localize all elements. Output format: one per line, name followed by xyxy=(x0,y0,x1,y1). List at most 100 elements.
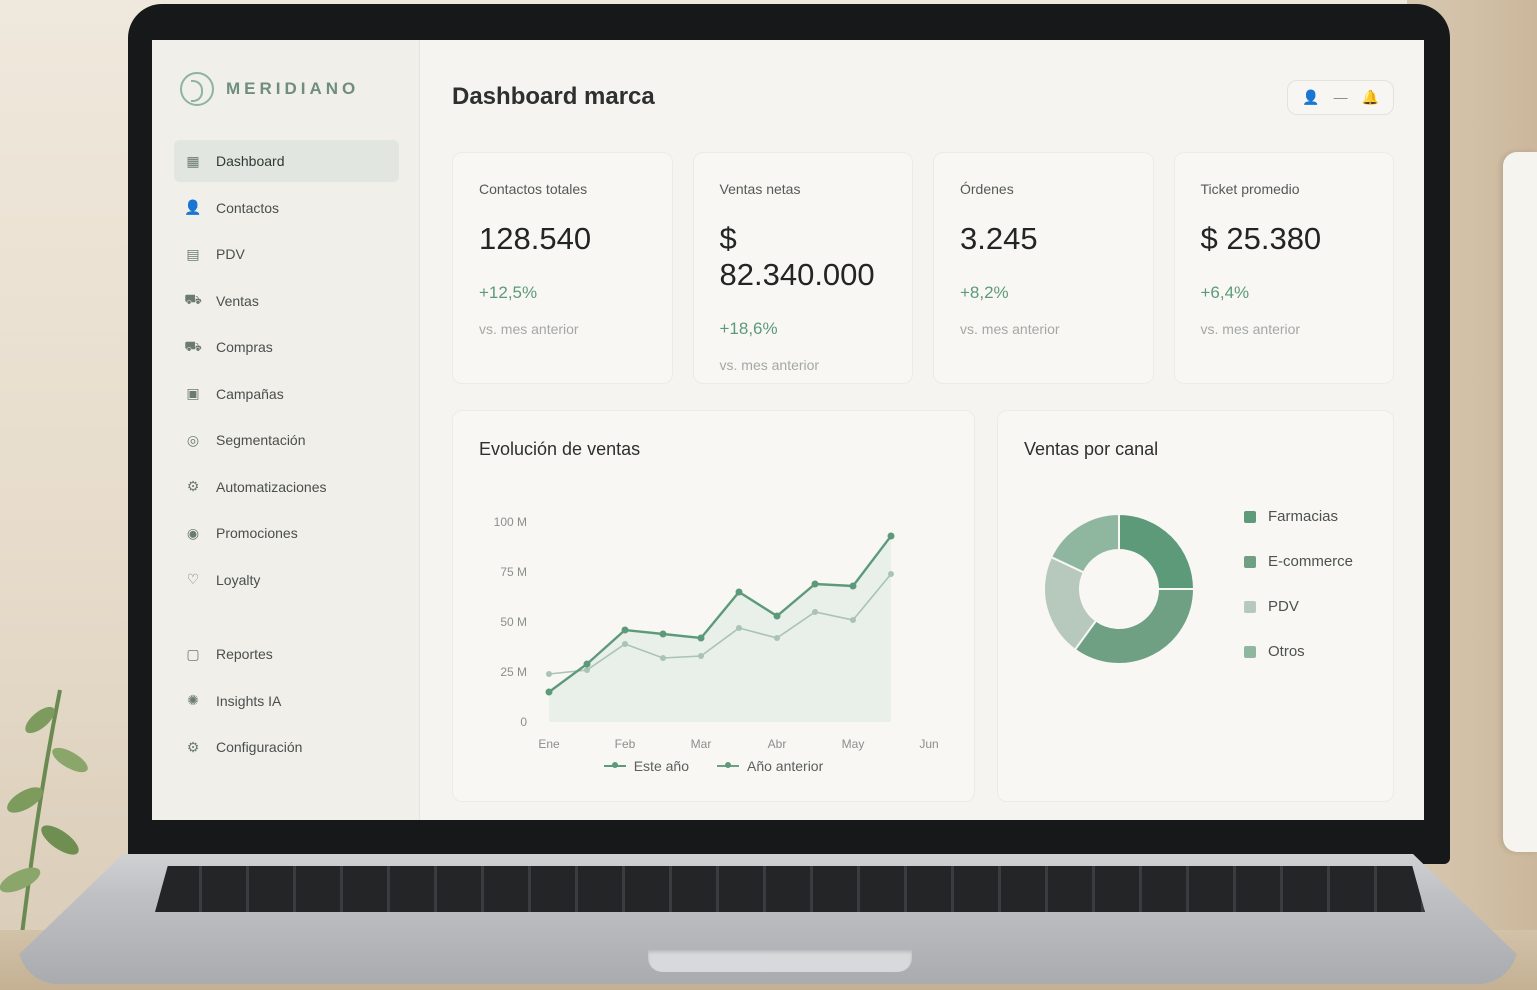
data-point[interactable] xyxy=(660,655,666,661)
chart-title: Ventas por canal xyxy=(1024,439,1159,459)
laptop-notch xyxy=(648,950,912,972)
sidebar-item-promociones[interactable]: ◉ Promociones xyxy=(174,512,399,554)
data-point[interactable] xyxy=(659,630,667,638)
data-point[interactable] xyxy=(887,532,895,540)
sidebar: MERIDIANO ▦ Dashboard 👤 Contactos ▤ PDV … xyxy=(152,40,420,820)
topbar: Dashboard marca 👤 — 🔔 xyxy=(452,79,1394,115)
data-point[interactable] xyxy=(545,688,553,696)
main-content: Dashboard marca 👤 — 🔔 Contactos totales … xyxy=(420,40,1424,820)
data-point[interactable] xyxy=(811,580,819,588)
x-tick-label: Ene xyxy=(538,737,560,751)
sidebar-item-contactos[interactable]: 👤 Contactos xyxy=(174,187,399,229)
sidebar-item-label: Compras xyxy=(216,339,273,355)
kpi-delta: +6,4% xyxy=(1200,283,1250,302)
kpi-card-ordenes[interactable]: Órdenes 3.245 +8,2% vs. mes anterior xyxy=(933,152,1154,384)
data-point[interactable] xyxy=(698,653,704,659)
y-tick-label: 50 M xyxy=(500,615,527,629)
kpi-value: 3.245 xyxy=(960,221,1038,256)
kpi-label: Ventas netas xyxy=(719,181,801,197)
kpi-note: vs. mes anterior xyxy=(960,321,1060,337)
sidebar-item-insights-ia[interactable]: ✺ Insights IA xyxy=(174,680,399,722)
store-icon: ▤ xyxy=(186,245,200,262)
kpi-delta: +18,6% xyxy=(719,319,778,338)
user-menu-dash: — xyxy=(1333,89,1348,105)
data-point[interactable] xyxy=(546,671,552,677)
kpi-label: Órdenes xyxy=(960,181,1014,197)
sidebar-item-reportes[interactable]: ▢ Reportes xyxy=(174,633,399,675)
data-point[interactable] xyxy=(850,617,856,623)
legend-label: Año anterior xyxy=(746,758,824,774)
kpi-row: Contactos totales 128.540 +12,5% vs. mes… xyxy=(452,152,1394,384)
data-point[interactable] xyxy=(621,626,629,634)
data-point[interactable] xyxy=(774,635,780,641)
brand-logo[interactable]: MERIDIANO xyxy=(180,72,399,106)
data-point[interactable] xyxy=(735,588,743,596)
sidebar-item-label: Dashboard xyxy=(216,153,285,169)
legend-swatch xyxy=(603,762,626,768)
sidebar-item-pdv[interactable]: ▤ PDV xyxy=(174,233,399,275)
sidebar-item-label: Configuración xyxy=(216,739,303,755)
laptop-keyboard xyxy=(155,866,1425,912)
kpi-delta: +8,2% xyxy=(960,283,1009,302)
kpi-value: 128.540 xyxy=(479,221,592,256)
sidebar-item-loyalty[interactable]: ♡ Loyalty xyxy=(174,559,399,601)
sidebar-item-compras[interactable]: ⛟ Compras xyxy=(174,326,399,368)
data-point[interactable] xyxy=(849,582,857,590)
legend-item-ano-anterior[interactable]: Año anterior xyxy=(716,758,824,774)
sidebar-item-ventas[interactable]: ⛟ Ventas xyxy=(174,280,399,322)
legend-item-pdv[interactable]: PDV xyxy=(1244,584,1353,629)
promotion-icon: ◉ xyxy=(186,524,200,541)
automation-icon: ⚙ xyxy=(186,478,200,494)
legend-label: E-commerce xyxy=(1268,553,1354,570)
data-point[interactable] xyxy=(622,641,628,647)
legend-item-otros[interactable]: Otros xyxy=(1244,629,1353,674)
donut-slice-farmacias[interactable] xyxy=(1118,512,1196,590)
data-point[interactable] xyxy=(888,571,894,577)
insights-icon: ✺ xyxy=(187,692,199,708)
sidebar-item-segmentacion[interactable]: ◎ Segmentación xyxy=(174,419,399,461)
sidebar-item-label: Insights IA xyxy=(216,692,282,709)
kpi-label: Ticket promedio xyxy=(1200,181,1300,197)
y-tick-label: 25 M xyxy=(500,665,527,679)
kpi-delta: +12,5% xyxy=(479,283,538,302)
x-tick-label: Jun xyxy=(919,737,938,751)
sidebar-item-configuracion[interactable]: ⚙ Configuración xyxy=(174,726,399,768)
app-screen: MERIDIANO ▦ Dashboard 👤 Contactos ▤ PDV … xyxy=(152,40,1424,820)
sidebar-item-campanas[interactable]: ▣ Campañas xyxy=(174,373,399,415)
x-tick-label: Feb xyxy=(615,737,636,751)
kpi-card-ticket[interactable]: Ticket promedio $ 25.380 +6,4% vs. mes a… xyxy=(1173,152,1394,384)
data-point[interactable] xyxy=(773,612,781,620)
y-tick-label: 0 xyxy=(520,715,527,729)
legend-swatch xyxy=(1244,510,1256,523)
segment-icon: ◎ xyxy=(186,431,200,448)
donut-wrap: Farmacias E-commerce PDV Otros xyxy=(1024,494,1367,684)
data-point[interactable] xyxy=(812,609,818,615)
kpi-card-contactos[interactable]: Contactos totales 128.540 +12,5% vs. mes… xyxy=(452,152,673,384)
sales-by-channel-card: Ventas por canal Farmacias E-commerce PD… xyxy=(997,410,1394,802)
sales-evolution-card: Evolución de ventas 0 25 M 50 M 75 M 100 M En… xyxy=(452,410,975,802)
report-icon: ▢ xyxy=(186,645,200,662)
legend-item-este-ano[interactable]: Este año xyxy=(603,758,689,774)
data-point[interactable] xyxy=(697,634,705,642)
sidebar-item-label: Reportes xyxy=(216,646,273,662)
y-tick-label: 100 M xyxy=(494,515,527,529)
data-point[interactable] xyxy=(736,625,742,631)
sidebar-item-dashboard[interactable]: ▦ Dashboard xyxy=(174,140,399,182)
data-point[interactable] xyxy=(584,667,590,673)
y-tick-label: 75 M xyxy=(500,565,527,579)
kpi-card-ventas[interactable]: Ventas netas $ 82.340.000 +18,6% vs. mes… xyxy=(692,152,913,384)
legend-item-farmacias[interactable]: Farmacias xyxy=(1244,494,1353,539)
dashboard-icon: ▦ xyxy=(186,152,200,169)
data-point[interactable] xyxy=(583,660,591,668)
notification-icon[interactable]: 🔔 xyxy=(1362,89,1379,106)
page-title: Dashboard marca xyxy=(452,83,655,110)
kpi-note: vs. mes anterior xyxy=(1200,321,1301,337)
sidebar-item-label: Segmentación xyxy=(216,432,306,448)
area-este-ano xyxy=(549,536,891,722)
legend-item-ecommerce[interactable]: E-commerce xyxy=(1244,539,1353,584)
sidebar-item-label: Ventas xyxy=(216,292,259,309)
sidebar-item-automatizaciones[interactable]: ⚙ Automatizaciones xyxy=(174,466,399,508)
user-icon[interactable]: 👤 xyxy=(1302,89,1319,106)
kpi-note: vs. mes anterior xyxy=(719,357,820,373)
sidebar-item-label: PDV xyxy=(216,246,245,262)
